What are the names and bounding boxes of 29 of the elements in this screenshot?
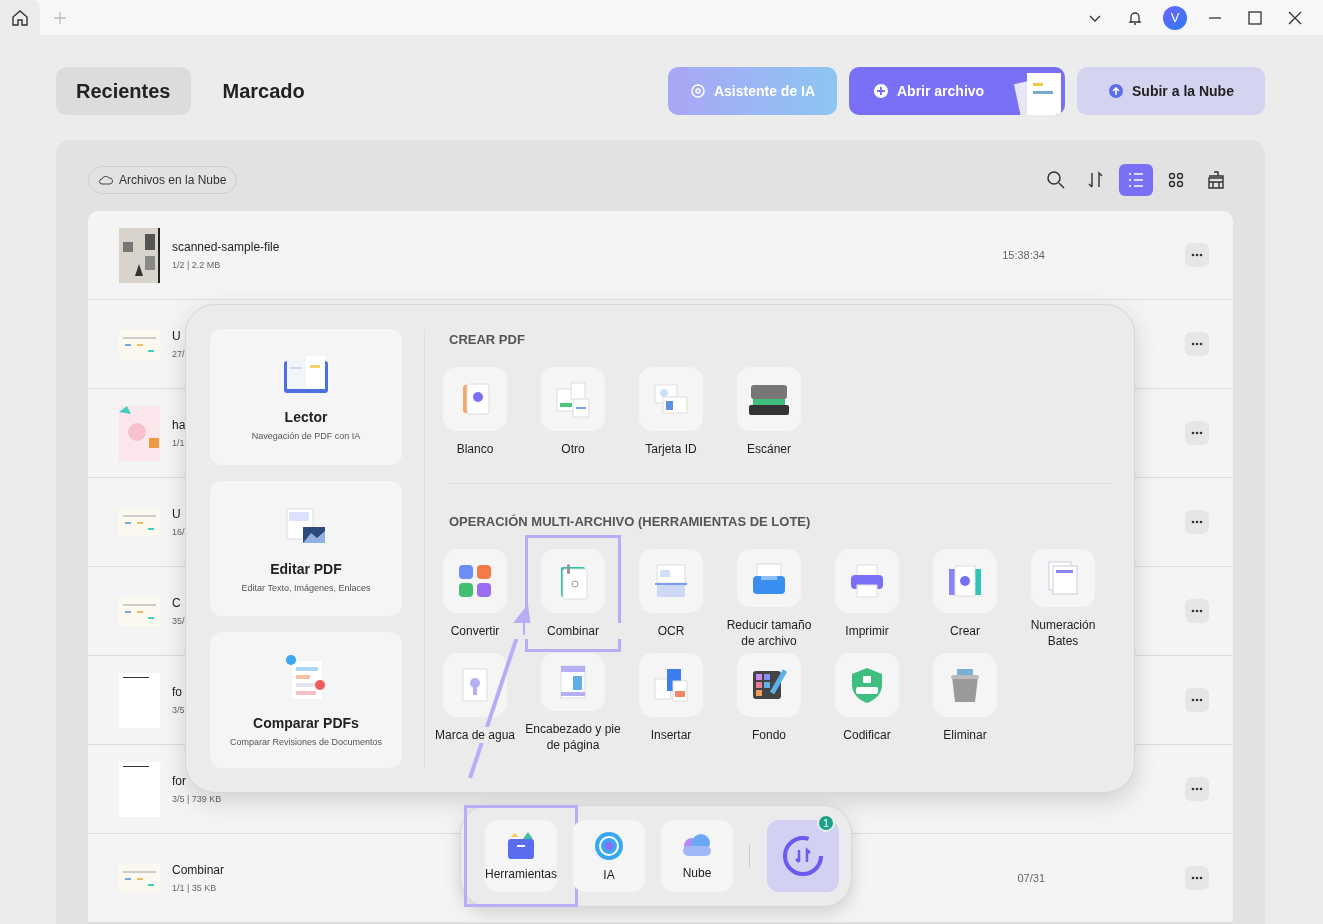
mode-title: Editar PDF: [270, 560, 342, 577]
file-name: Combinar: [172, 863, 225, 877]
file-name: fo: [172, 685, 182, 699]
mode-title: Lector: [284, 408, 328, 425]
file-meta: 1/2 | 2.2 MB: [172, 260, 221, 270]
file-meta: 3/5 | 739 KB: [172, 794, 222, 804]
mode-title: Comparar PDFs: [253, 715, 359, 732]
file-name: U: [172, 329, 181, 343]
file-meta: 16/: [172, 527, 185, 537]
file-name: U: [172, 507, 181, 521]
file-meta: 1/1 | 35 KB: [172, 883, 217, 893]
mode-subtitle: Editar Texto, Imágenes, Enlaces: [241, 582, 371, 593]
file-name: C: [172, 596, 181, 610]
file-time: 07/31: [1017, 872, 1045, 884]
file-name: ha: [172, 418, 186, 432]
file-meta: 1/1: [172, 438, 185, 448]
section-title: CREAR PDF: [448, 332, 526, 347]
section-title: OPERACIÓN MULTI-ARCHIVO (HERRAMIENTAS DE LOTE): [448, 514, 812, 529]
file-meta: 3/5: [172, 705, 185, 715]
file-meta: 35/: [172, 616, 185, 626]
file-time: 15:38:34: [1002, 249, 1045, 261]
file-name: for: [172, 774, 186, 788]
file-meta: 27/: [172, 349, 185, 359]
file-name: scanned-sample-file: [172, 240, 280, 254]
mode-subtitle: Navegación de PDF con IA: [251, 430, 361, 441]
tool-label: Encabezado y pie de página: [525, 721, 621, 753]
mode-subtitle: Comparar Revisiones de Documentos: [229, 737, 383, 748]
notification-badge: 1: [817, 814, 835, 832]
tool-label: Combinar: [525, 623, 621, 639]
